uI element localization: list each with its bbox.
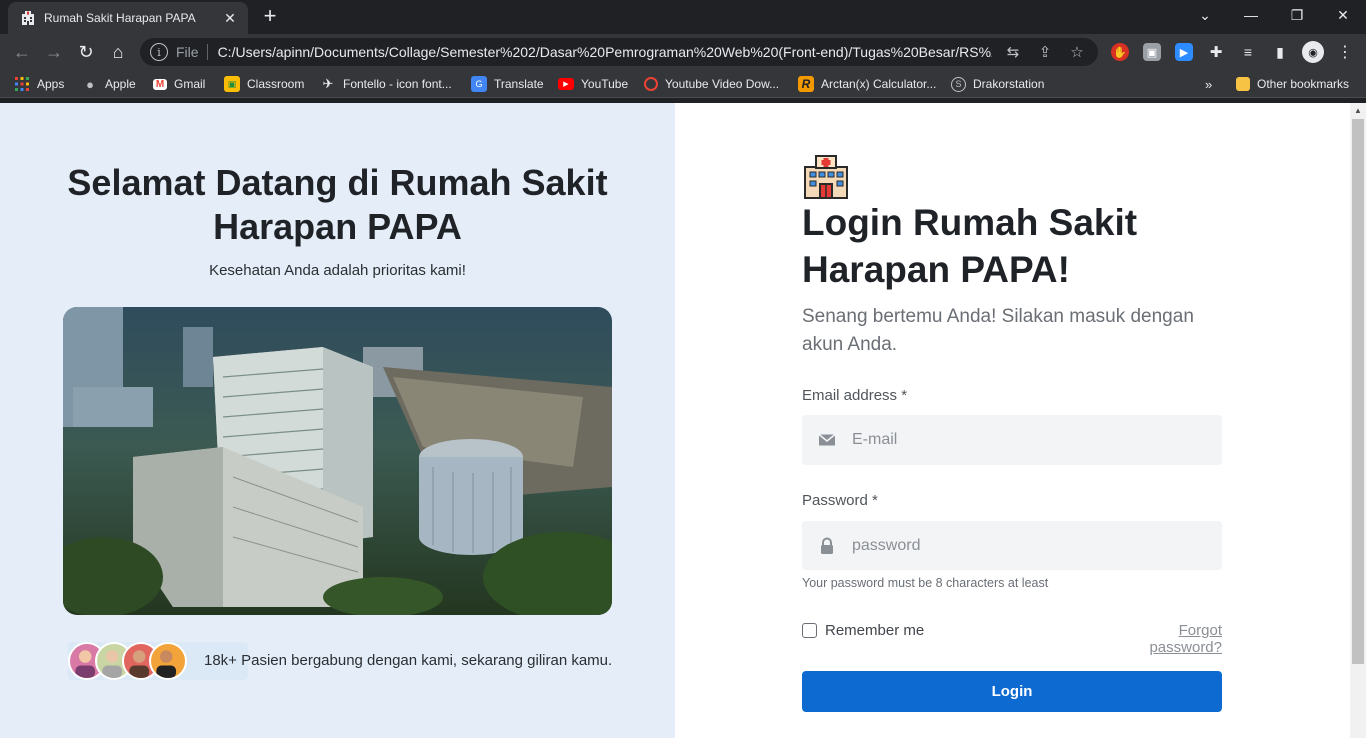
bookmark-arctan-calculator[interactable]: R Arctan(x) Calculator... (798, 76, 936, 92)
bookmark-classroom[interactable]: ▣ Classroom (224, 76, 304, 92)
login-button[interactable]: Login (802, 671, 1222, 712)
more-bookmarks-icon[interactable]: » (1205, 76, 1212, 92)
envelope-icon (818, 433, 836, 446)
bookmark-fontello[interactable]: ✈ Fontello - icon font... (320, 76, 452, 92)
page-content: Selamat Datang di Rumah Sakit Harapan PA… (0, 103, 1350, 738)
extension-photo-icon[interactable]: ▣ (1143, 43, 1161, 61)
bookmark-youtube[interactable]: ▶ YouTube (558, 76, 628, 92)
tab-search-icon[interactable]: ⌄ (1182, 0, 1228, 30)
bookmark-youtube-downloader[interactable]: Youtube Video Dow... (644, 76, 779, 92)
patients-joined-text: 18k+ Pasien bergabung dengan kami, sekar… (204, 652, 613, 669)
url-scheme: File (176, 44, 208, 60)
bookmark-label: Classroom (247, 77, 305, 91)
youtube-icon: ▶ (558, 78, 574, 90)
fontello-icon: ✈ (322, 76, 334, 91)
reload-icon[interactable]: ↻ (74, 40, 98, 64)
bookmark-translate[interactable]: G Translate (471, 76, 544, 92)
password-field[interactable]: password (802, 521, 1222, 570)
login-panel: Login Rumah Sakit Harapan PAPA! Senang b… (675, 103, 1350, 738)
side-panel-icon[interactable]: ▮ (1271, 43, 1289, 61)
bookmark-label: Drakorstation (973, 77, 1045, 91)
new-tab-icon[interactable]: + (258, 4, 282, 28)
bookmark-label: Translate (494, 77, 544, 91)
tab-title: Rumah Sakit Harapan PAPA (44, 11, 196, 25)
email-label: Email address * (802, 387, 908, 404)
extension-zoom-icon[interactable]: ▶ (1175, 43, 1193, 61)
bookmark-label: Arctan(x) Calculator... (821, 77, 937, 91)
page-scrollbar[interactable]: ▲ (1350, 103, 1366, 738)
translate-icon: G (471, 76, 487, 92)
active-tab[interactable]: Rumah Sakit Harapan PAPA ✕ (8, 2, 248, 34)
hospital-aerial-photo (63, 307, 612, 615)
bookmark-drakorstation[interactable]: S Drakorstation (951, 76, 1044, 92)
avatar (149, 642, 187, 680)
address-bar[interactable]: i File C:/Users/apinn/Documents/Collage/… (140, 38, 1098, 66)
bookmark-label: Fontello - icon font... (343, 77, 452, 91)
bookmark-gmail[interactable]: M Gmail (153, 76, 205, 92)
bookmarks-bar: Apps ● Apple M Gmail ▣ Classroom ✈ Fonte… (0, 70, 1366, 98)
hospital-logo-icon (804, 155, 848, 199)
folder-icon (1236, 77, 1250, 91)
remember-me[interactable]: Remember me (802, 622, 924, 639)
email-placeholder: E-mail (852, 431, 898, 448)
forgot-password-link[interactable]: Forgot password? (1102, 622, 1222, 656)
url-text[interactable]: C:/Users/apinn/Documents/Collage/Semeste… (218, 44, 992, 60)
back-icon[interactable]: ← (10, 40, 34, 64)
classroom-icon: ▣ (224, 76, 240, 92)
apps-grid-icon (15, 77, 29, 91)
bookmark-label: Youtube Video Dow... (665, 77, 780, 91)
share-icon[interactable]: ⇪ (1034, 43, 1056, 61)
minimize-icon[interactable]: — (1228, 0, 1274, 30)
translate-page-icon[interactable]: ⇆ (1002, 43, 1024, 61)
scrollbar-thumb[interactable] (1352, 119, 1364, 664)
bookmark-label: YouTube (581, 77, 629, 91)
login-subtitle: Senang bertemu Anda! Silakan masuk denga… (802, 306, 1194, 355)
restore-icon[interactable]: ❐ (1274, 0, 1320, 30)
site-info-icon[interactable]: i (150, 43, 168, 61)
bookmark-label: Apple (105, 77, 136, 91)
extensions-puzzle-icon[interactable]: ✚ (1207, 43, 1225, 61)
profile-avatar-icon[interactable]: ◉ (1302, 41, 1324, 63)
scroll-up-icon[interactable]: ▲ (1350, 103, 1366, 119)
bookmark-star-icon[interactable]: ☆ (1066, 43, 1088, 61)
email-field[interactable]: E-mail (802, 415, 1222, 465)
bookmark-apple[interactable]: ● Apple (82, 76, 136, 92)
login-title: Login Rumah Sakit Harapan PAPA! (802, 202, 1138, 290)
bookmark-label: Gmail (174, 77, 206, 91)
gmail-icon: M (153, 78, 167, 90)
tab-strip: Rumah Sakit Harapan PAPA ✕ + ⌄ — ❐ ✕ (0, 0, 1366, 34)
bookmark-other[interactable]: Other bookmarks (1236, 76, 1349, 92)
browser-menu-icon[interactable]: ⋮ (1336, 43, 1354, 61)
forward-icon[interactable]: → (42, 40, 66, 64)
password-placeholder: password (852, 536, 921, 554)
hospital-favicon-icon (22, 11, 34, 25)
welcome-subtitle: Kesehatan Anda adalah prioritas kami! (209, 262, 466, 279)
welcome-panel: Selamat Datang di Rumah Sakit Harapan PA… (0, 103, 675, 738)
password-label: Password * (802, 492, 878, 509)
download-icon (644, 77, 658, 91)
lock-icon (821, 537, 833, 554)
window-close-icon[interactable]: ✕ (1320, 0, 1366, 30)
home-icon[interactable]: ⌂ (106, 40, 130, 64)
browser-toolbar: ← → ↻ ⌂ i File C:/Users/apinn/Documents/… (0, 34, 1366, 70)
close-tab-icon[interactable]: ✕ (222, 10, 238, 27)
media-control-icon[interactable]: ≡ (1239, 43, 1257, 61)
calculator-icon: R (798, 76, 814, 92)
remember-me-label: Remember me (825, 622, 925, 639)
remember-me-checkbox[interactable] (802, 623, 817, 638)
bookmark-apps[interactable]: Apps (14, 76, 64, 92)
welcome-title: Selamat Datang di Rumah Sakit Harapan PA… (67, 162, 608, 247)
extension-adblock-icon[interactable]: ✋ (1111, 43, 1129, 61)
bookmark-label: Other bookmarks (1257, 77, 1350, 91)
drakor-icon: S (951, 76, 966, 92)
bookmark-label: Apps (37, 77, 65, 91)
password-hint: Your password must be 8 characters at le… (802, 576, 1049, 590)
apple-icon: ● (86, 76, 94, 92)
